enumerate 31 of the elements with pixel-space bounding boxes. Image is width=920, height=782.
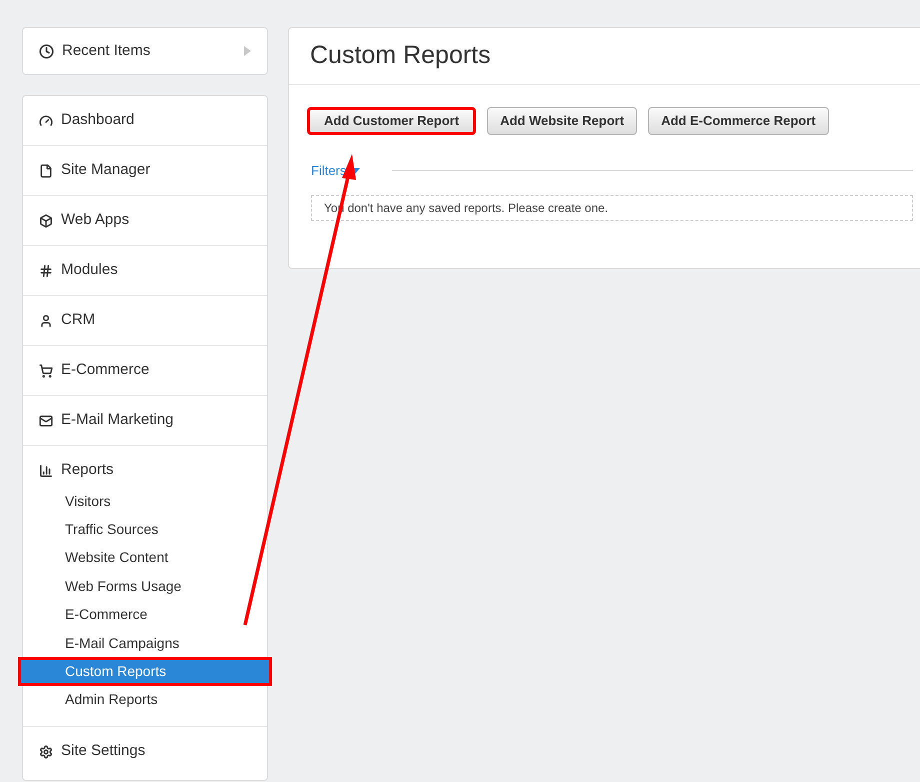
nav-subitem[interactable]: Traffic Sources	[18, 515, 272, 544]
add-report-button[interactable]: Add E-Commerce Report	[648, 107, 829, 135]
hash-icon	[39, 264, 53, 278]
nav-item[interactable]: E-Commerce	[23, 346, 267, 395]
nav-subitem[interactable]: Custom Reports	[18, 657, 272, 686]
nav-item[interactable]: CRM	[23, 296, 267, 345]
nav-item[interactable]: Web Apps	[23, 196, 267, 245]
page-title: Custom Reports	[310, 40, 491, 72]
clock-icon	[39, 44, 54, 58]
caret-right-icon	[244, 46, 251, 56]
bar-chart-icon	[39, 464, 53, 478]
nav-subitem[interactable]: E-Commerce	[18, 600, 272, 629]
cart-icon	[39, 364, 53, 378]
nav-subitem[interactable]: Web Forms Usage	[18, 572, 272, 601]
add-report-button[interactable]: Add Website Report	[487, 107, 638, 135]
nav-item[interactable]: Site Settings	[23, 727, 267, 776]
nav-subitem[interactable]: E-Mail Campaigns	[18, 628, 272, 658]
gear-icon	[39, 744, 53, 759]
box-icon	[39, 214, 53, 228]
nav-item[interactable]: E-Mail Marketing	[23, 396, 267, 445]
mail-icon	[39, 414, 53, 428]
gauge-icon	[39, 114, 53, 128]
nav-item[interactable]: Dashboard	[23, 96, 267, 145]
nav-subitem[interactable]: Admin Reports	[18, 686, 272, 714]
add-report-button[interactable]: Add Customer Report	[307, 107, 476, 135]
recent-items-link[interactable]: Recent Items	[22, 27, 268, 75]
file-icon	[39, 164, 53, 178]
user-icon	[39, 314, 53, 328]
nav-subitem[interactable]: Website Content	[18, 544, 272, 572]
nav-item[interactable]: Modules	[23, 246, 267, 295]
nav-item[interactable]: Site Manager	[23, 146, 267, 195]
